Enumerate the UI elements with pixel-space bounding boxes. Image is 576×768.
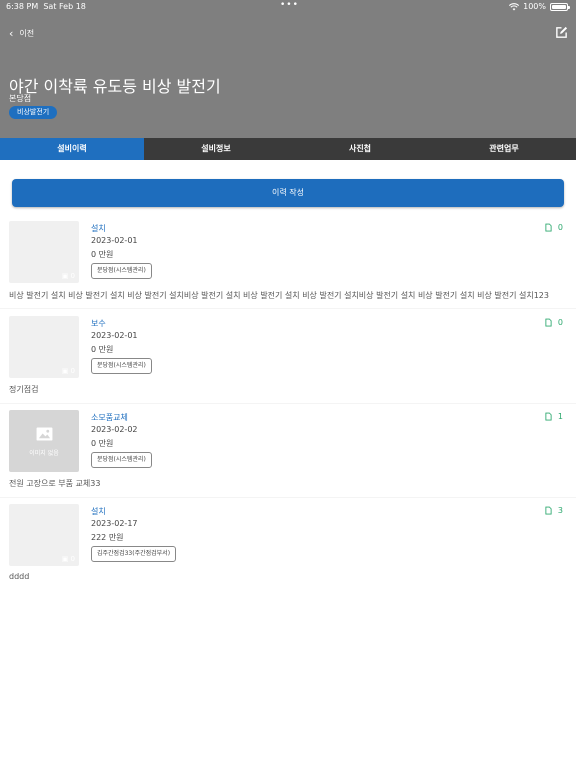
item-cost: 222 만원 bbox=[91, 533, 124, 542]
status-bar: 6:38 PM Sat Feb 18 ••• 100% bbox=[0, 0, 576, 14]
attachment-count[interactable]: 3 bbox=[545, 506, 563, 515]
wifi-icon bbox=[509, 2, 520, 10]
battery-percent: 100% bbox=[523, 2, 546, 11]
item-cost: 0 만원 bbox=[91, 345, 114, 354]
divider bbox=[0, 497, 576, 498]
item-date: 2023-02-02 bbox=[91, 425, 138, 434]
document-icon bbox=[545, 318, 552, 327]
multitask-dots[interactable]: ••• bbox=[280, 0, 299, 10]
edit-icon[interactable] bbox=[555, 26, 568, 39]
item-thumbnail[interactable]: 이미지 없음 bbox=[9, 410, 79, 472]
item-date: 2023-02-17 bbox=[91, 519, 138, 528]
status-right: 100% bbox=[509, 2, 570, 11]
tab-related-work[interactable]: 관련업무 bbox=[432, 138, 576, 160]
document-icon bbox=[545, 506, 552, 515]
back-label: 이전 bbox=[19, 29, 35, 38]
item-type: 소모품교체 bbox=[91, 413, 128, 422]
back-button[interactable]: ‹ 이전 bbox=[9, 28, 34, 39]
tab-bar: 설비이력 설비정보 사진첩 관련업무 bbox=[0, 138, 576, 160]
tab-info[interactable]: 설비정보 bbox=[144, 138, 288, 160]
camera-icon: ▣ 0 bbox=[61, 272, 75, 280]
tab-history[interactable]: 설비이력 bbox=[0, 138, 144, 160]
battery-icon bbox=[550, 2, 570, 11]
header: 6:38 PM Sat Feb 18 ••• 100% ‹ 이전 야간 이착륙 … bbox=[0, 0, 576, 138]
item-thumbnail[interactable]: ▣ 0 bbox=[9, 316, 79, 378]
document-icon bbox=[545, 412, 552, 421]
item-cost: 0 만원 bbox=[91, 250, 114, 259]
write-history-button[interactable]: 이력 작성 bbox=[12, 179, 564, 207]
item-type: 보수 bbox=[91, 319, 106, 328]
category-badge: 비상발전기 bbox=[9, 106, 58, 119]
tab-photos[interactable]: 사진첩 bbox=[288, 138, 432, 160]
item-type: 설치 bbox=[91, 507, 106, 516]
attachment-count[interactable]: 1 bbox=[545, 412, 563, 421]
item-tag: 분당점(시스템관리) bbox=[91, 263, 152, 279]
item-cost: 0 만원 bbox=[91, 439, 114, 448]
image-placeholder-icon bbox=[36, 427, 53, 441]
divider bbox=[0, 308, 576, 309]
item-tag: 김주간점검33(주간점검부서) bbox=[91, 546, 177, 562]
page-title: 야간 이착륙 유도등 비상 발전기 bbox=[9, 77, 221, 96]
item-thumbnail[interactable]: ▣ 0 bbox=[9, 221, 79, 283]
page-subtitle: 본당점 bbox=[9, 94, 32, 103]
item-thumbnail[interactable]: ▣ 0 bbox=[9, 504, 79, 566]
item-description: 정기점검 bbox=[9, 385, 39, 394]
item-date: 2023-02-01 bbox=[91, 331, 138, 340]
item-description: dddd bbox=[9, 572, 30, 581]
document-icon bbox=[545, 223, 552, 232]
no-image-label: 이미지 없음 bbox=[29, 450, 59, 457]
status-time: 6:38 PM Sat Feb 18 bbox=[6, 2, 86, 11]
item-date: 2023-02-01 bbox=[91, 236, 138, 245]
camera-icon: ▣ 0 bbox=[61, 367, 75, 375]
attachment-count[interactable]: 0 bbox=[545, 223, 563, 232]
camera-icon: ▣ 0 bbox=[61, 555, 75, 563]
item-description: 비상 발전기 설치 비상 발전기 설치 비상 발전기 설치비상 발전기 설치 비… bbox=[9, 291, 549, 300]
item-tag: 분당점(시스템관리) bbox=[91, 358, 152, 374]
divider bbox=[0, 403, 576, 404]
item-description: 전원 고장으로 부품 교체33 bbox=[9, 479, 101, 488]
item-type: 설치 bbox=[91, 224, 106, 233]
item-tag: 분당점(시스템관리) bbox=[91, 452, 152, 468]
attachment-count[interactable]: 0 bbox=[545, 318, 563, 327]
chevron-left-icon: ‹ bbox=[9, 27, 14, 40]
